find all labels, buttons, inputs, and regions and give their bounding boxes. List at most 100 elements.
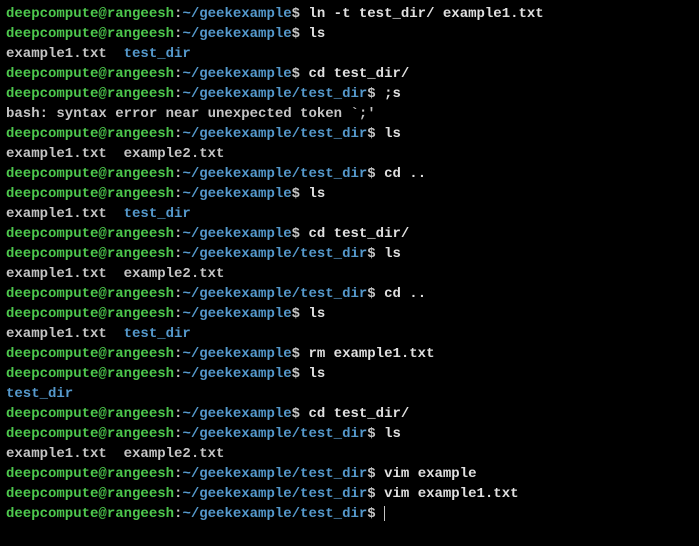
- user-host: deepcompute@rangeesh: [6, 86, 174, 102]
- command-text: vim example: [376, 466, 477, 482]
- user-host: deepcompute@rangeesh: [6, 406, 174, 422]
- cwd-path: ~/geekexample: [182, 186, 291, 202]
- command-text: cd ..: [376, 166, 426, 182]
- user-host: deepcompute@rangeesh: [6, 186, 174, 202]
- cwd-path: ~/geekexample: [182, 406, 291, 422]
- user-host: deepcompute@rangeesh: [6, 6, 174, 22]
- terminal-line: deepcompute@rangeesh:~/geekexample$ ls: [6, 24, 693, 44]
- prompt-symbol: $: [292, 26, 300, 42]
- command-input[interactable]: [376, 506, 384, 522]
- command-text: cd ..: [376, 286, 426, 302]
- user-host: deepcompute@rangeesh: [6, 486, 174, 502]
- prompt-symbol: $: [292, 6, 300, 22]
- command-text: ls: [376, 126, 401, 142]
- cwd-path: ~/geekexample: [182, 226, 291, 242]
- prompt-symbol: $: [367, 126, 375, 142]
- prompt-symbol: $: [367, 486, 375, 502]
- cursor-icon: [384, 506, 385, 521]
- user-host: deepcompute@rangeesh: [6, 166, 174, 182]
- output-file: example1.txt: [6, 206, 124, 222]
- prompt-symbol: $: [367, 466, 375, 482]
- terminal-line: deepcompute@rangeesh:~/geekexample$ cd t…: [6, 404, 693, 424]
- prompt-symbol: $: [292, 406, 300, 422]
- output-file: example1.txt: [6, 326, 124, 342]
- user-host: deepcompute@rangeesh: [6, 366, 174, 382]
- prompt-symbol: $: [367, 246, 375, 262]
- user-host: deepcompute@rangeesh: [6, 126, 174, 142]
- terminal-line: deepcompute@rangeesh:~/geekexample$ ls: [6, 304, 693, 324]
- command-text: ls: [300, 366, 325, 382]
- prompt-symbol: $: [292, 226, 300, 242]
- output-dir: test_dir: [124, 206, 191, 222]
- cwd-path: ~/geekexample/test_dir: [182, 126, 367, 142]
- prompt-symbol: $: [292, 366, 300, 382]
- terminal-line: deepcompute@rangeesh:~/geekexample/test_…: [6, 244, 693, 264]
- cwd-path: ~/geekexample/test_dir: [182, 246, 367, 262]
- terminal-line: deepcompute@rangeesh:~/geekexample/test_…: [6, 424, 693, 444]
- command-text: ls: [300, 186, 325, 202]
- cwd-path: ~/geekexample: [182, 306, 291, 322]
- cwd-path: ~/geekexample: [182, 366, 291, 382]
- output-dir: test_dir: [124, 46, 191, 62]
- terminal-line: deepcompute@rangeesh:~/geekexample/test_…: [6, 284, 693, 304]
- cwd-path: ~/geekexample/test_dir: [182, 286, 367, 302]
- cwd-path: ~/geekexample: [182, 346, 291, 362]
- prompt-symbol: $: [292, 346, 300, 362]
- prompt-symbol: $: [292, 186, 300, 202]
- cwd-path: ~/geekexample/test_dir: [182, 506, 367, 522]
- terminal-line: deepcompute@rangeesh:~/geekexample$ rm e…: [6, 344, 693, 364]
- user-host: deepcompute@rangeesh: [6, 66, 174, 82]
- prompt-symbol: $: [292, 306, 300, 322]
- cwd-path: ~/geekexample/test_dir: [182, 86, 367, 102]
- cwd-path: ~/geekexample/test_dir: [182, 166, 367, 182]
- terminal-output-line: example1.txt example2.txt: [6, 144, 693, 164]
- user-host: deepcompute@rangeesh: [6, 246, 174, 262]
- output-dir: test_dir: [6, 386, 73, 402]
- output-error: bash: syntax error near unexpected token…: [6, 106, 376, 122]
- terminal-line: deepcompute@rangeesh:~/geekexample/test_…: [6, 484, 693, 504]
- cwd-path: ~/geekexample/test_dir: [182, 426, 367, 442]
- user-host: deepcompute@rangeesh: [6, 286, 174, 302]
- terminal-output-line: bash: syntax error near unexpected token…: [6, 104, 693, 124]
- user-host: deepcompute@rangeesh: [6, 226, 174, 242]
- cwd-path: ~/geekexample: [182, 26, 291, 42]
- user-host: deepcompute@rangeesh: [6, 26, 174, 42]
- terminal-output-line: example1.txt test_dir: [6, 324, 693, 344]
- terminal-line: deepcompute@rangeesh:~/geekexample$ cd t…: [6, 64, 693, 84]
- terminal-line: deepcompute@rangeesh:~/geekexample/test_…: [6, 84, 693, 104]
- user-host: deepcompute@rangeesh: [6, 346, 174, 362]
- prompt-symbol: $: [367, 286, 375, 302]
- prompt-symbol: $: [367, 166, 375, 182]
- prompt-symbol: $: [367, 86, 375, 102]
- terminal-line: deepcompute@rangeesh:~/geekexample/test_…: [6, 464, 693, 484]
- terminal-line: deepcompute@rangeesh:~/geekexample$ ls: [6, 184, 693, 204]
- cwd-path: ~/geekexample: [182, 66, 291, 82]
- output-file: example1.txt: [6, 46, 124, 62]
- output-files: example1.txt example2.txt: [6, 266, 224, 282]
- terminal-line: deepcompute@rangeesh:~/geekexample/test_…: [6, 164, 693, 184]
- output-dir: test_dir: [124, 326, 191, 342]
- output-files: example1.txt example2.txt: [6, 446, 224, 462]
- command-text: ls: [376, 246, 401, 262]
- user-host: deepcompute@rangeesh: [6, 466, 174, 482]
- prompt-symbol: $: [292, 66, 300, 82]
- command-text: rm example1.txt: [300, 346, 434, 362]
- terminal-output-line: example1.txt example2.txt: [6, 264, 693, 284]
- command-text: ls: [376, 426, 401, 442]
- terminal-active-line[interactable]: deepcompute@rangeesh:~/geekexample/test_…: [6, 504, 693, 524]
- terminal-line: deepcompute@rangeesh:~/geekexample/test_…: [6, 124, 693, 144]
- terminal-output-line: test_dir: [6, 384, 693, 404]
- command-text: cd test_dir/: [300, 406, 409, 422]
- prompt-symbol: $: [367, 506, 375, 522]
- terminal-output-line: example1.txt test_dir: [6, 204, 693, 224]
- user-host: deepcompute@rangeesh: [6, 426, 174, 442]
- terminal-output-line: example1.txt example2.txt: [6, 444, 693, 464]
- command-text: ;s: [376, 86, 401, 102]
- user-host: deepcompute@rangeesh: [6, 306, 174, 322]
- user-host: deepcompute@rangeesh: [6, 506, 174, 522]
- cwd-path: ~/geekexample/test_dir: [182, 486, 367, 502]
- command-text: vim example1.txt: [376, 486, 519, 502]
- terminal-line: deepcompute@rangeesh:~/geekexample$ ln -…: [6, 4, 693, 24]
- prompt-symbol: $: [367, 426, 375, 442]
- terminal-line: deepcompute@rangeesh:~/geekexample$ ls: [6, 364, 693, 384]
